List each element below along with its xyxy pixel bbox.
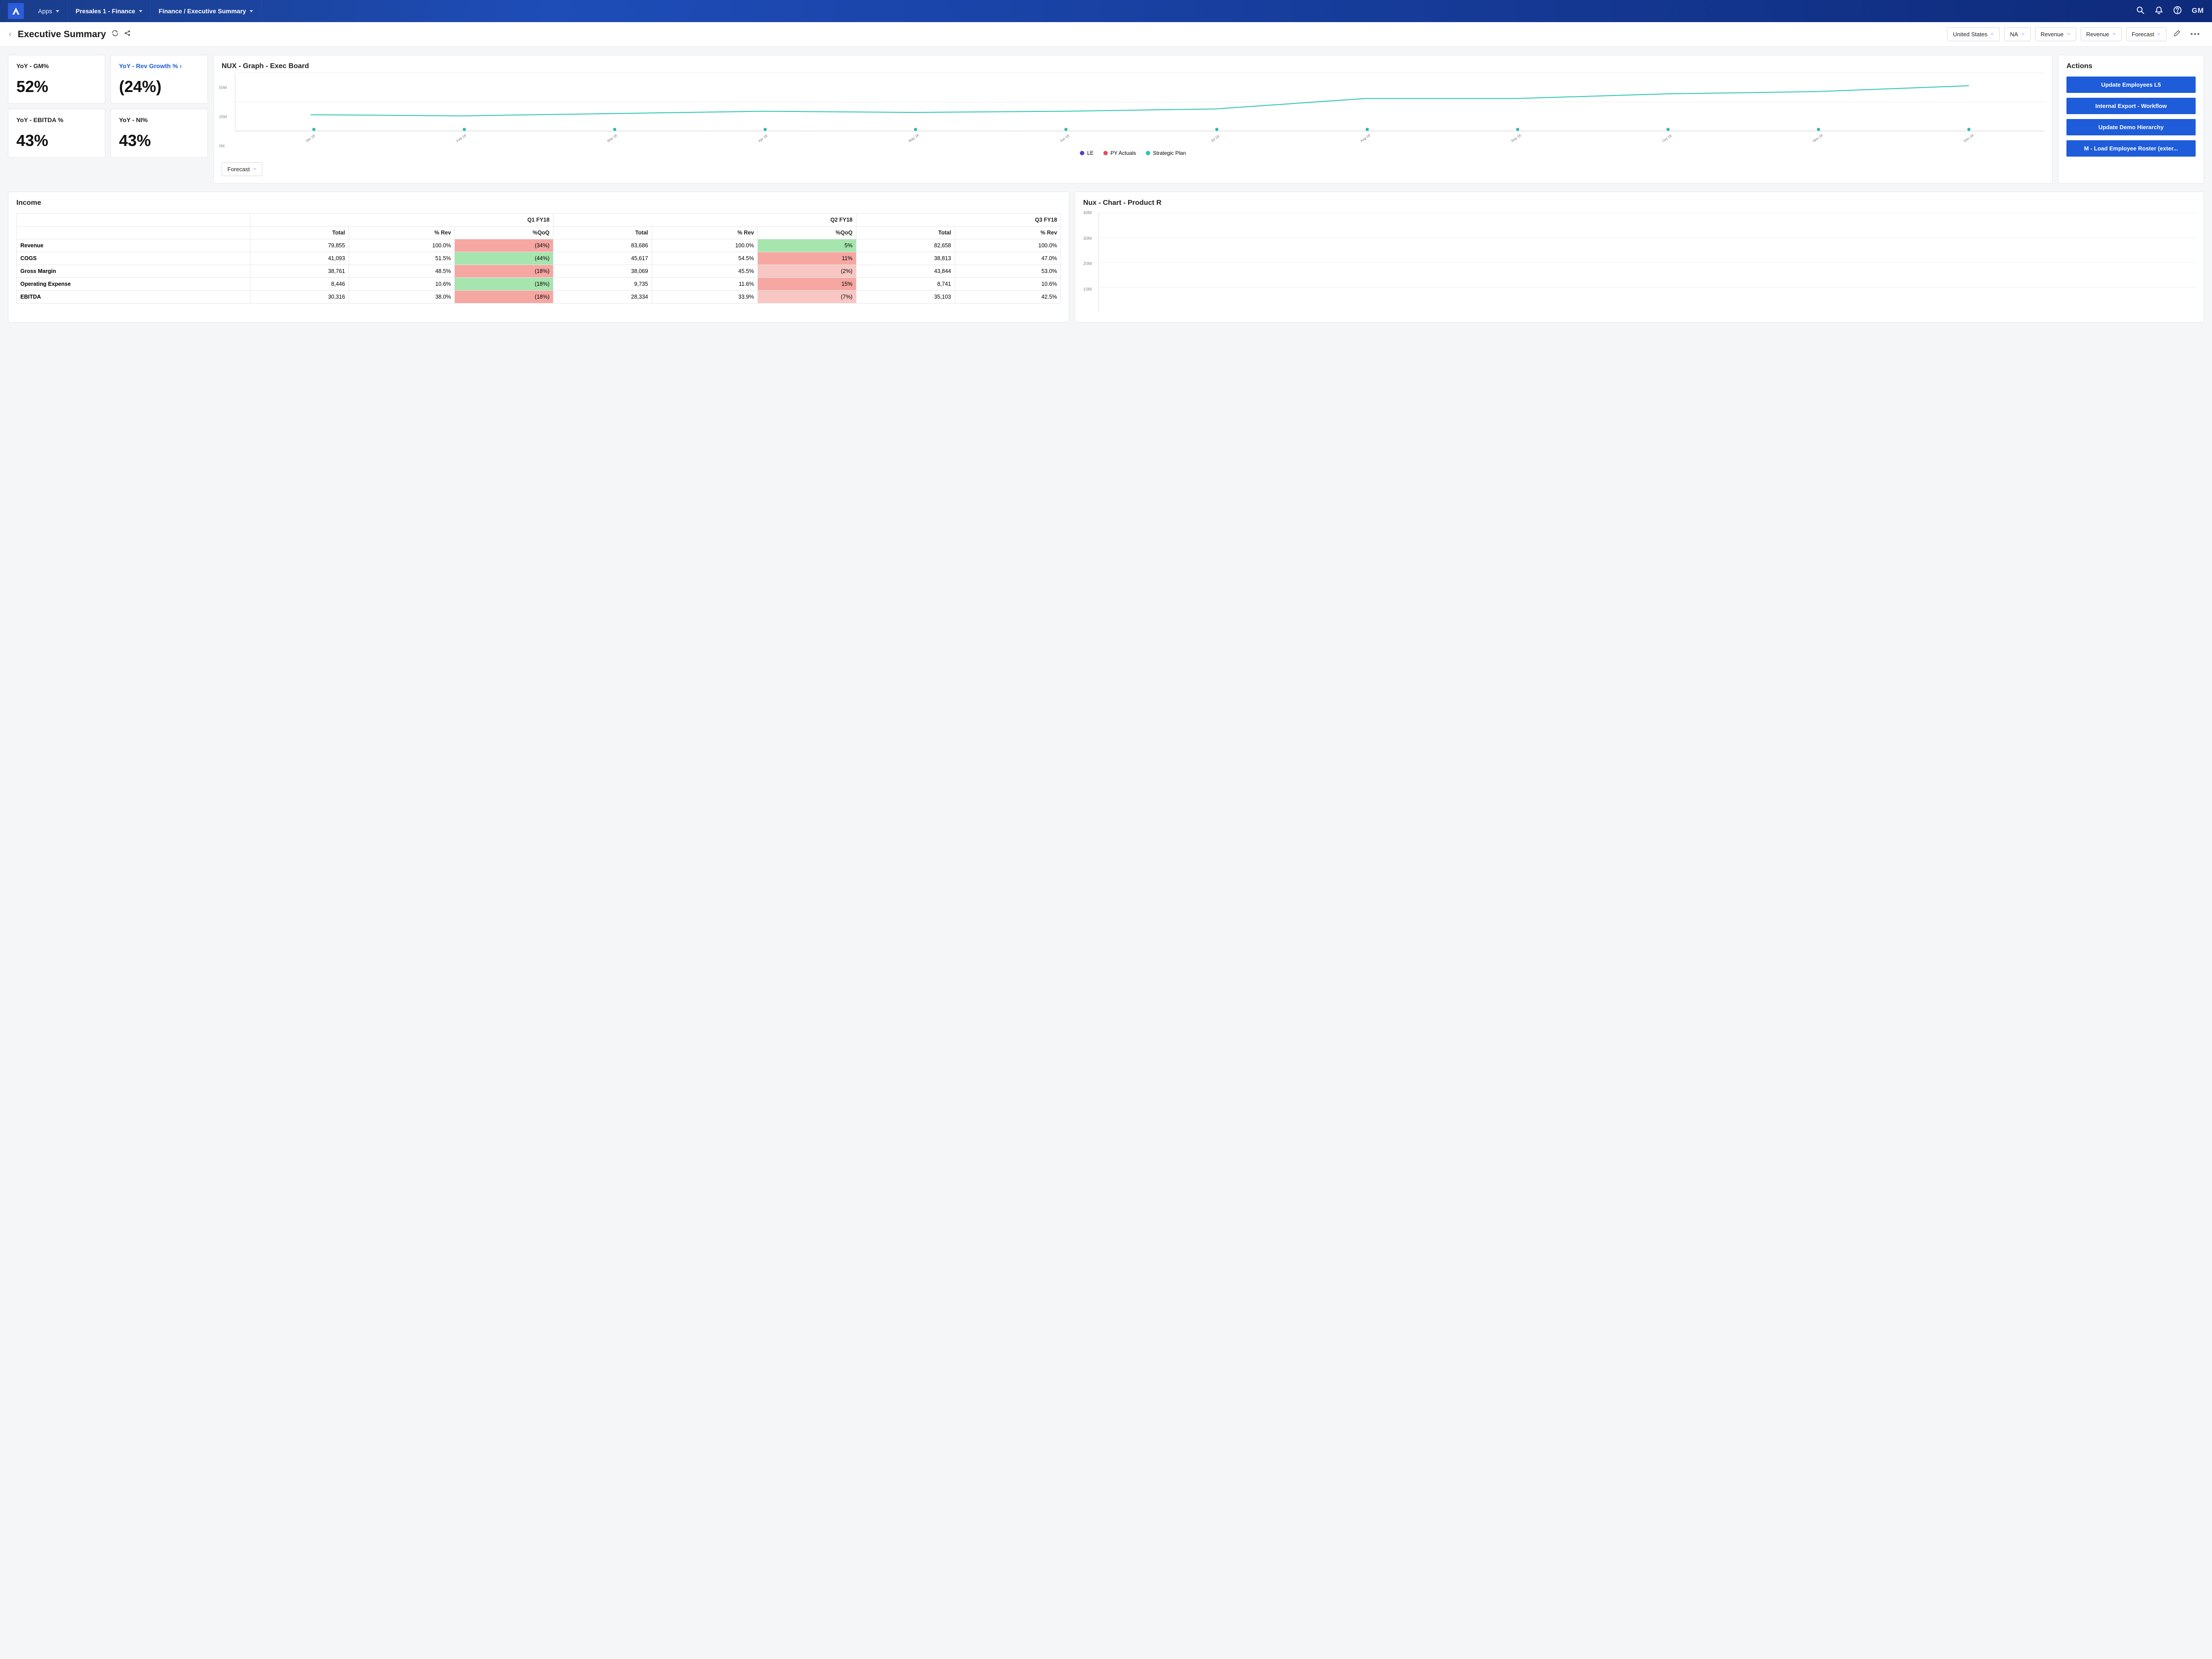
user-avatar[interactable]: GM (2192, 7, 2204, 15)
kpi-label-link[interactable]: YoY - Rev Growth % › (119, 62, 200, 69)
legend-item[interactable]: PY Actuals (1103, 150, 1136, 156)
page-breadcrumb-menu[interactable]: Finance / Executive Summary (151, 0, 262, 22)
search-icon[interactable] (2136, 6, 2145, 17)
apps-label: Apps (38, 8, 52, 15)
chart-title: NUX - Graph - Exec Board (222, 62, 2044, 70)
kpi-value: 43% (16, 131, 97, 150)
kpi-value: 43% (119, 131, 200, 150)
exec-board-chart-card: NUX - Graph - Exec Board 0M25M50MJan 18F… (213, 55, 2053, 184)
exec-board-chart[interactable]: 0M25M50MJan 18Feb 18Mar 18Apr 18May 18Ju… (222, 73, 2044, 144)
breadcrumb-label: Finance / Executive Summary (159, 8, 246, 15)
refresh-icon[interactable] (111, 30, 119, 39)
product-r-chart[interactable]: 10M20M30M40M (1083, 213, 2196, 315)
table-subheader: %QoQ (455, 227, 553, 239)
table-row[interactable]: EBITDA30,31638.0%(18%)28,33433.9%(7%)35,… (17, 291, 1061, 303)
actions-card: Actions Update Employees L5 Internal Expo… (2058, 55, 2204, 184)
kpi-value: 52% (16, 77, 97, 96)
product-r-chart-card: Nux - Chart - Product R 10M20M30M40M (1075, 192, 2204, 323)
table-row[interactable]: Revenue79,855100.0%(34%)83,686100.0%5%82… (17, 239, 1061, 252)
chevron-down-icon (139, 10, 142, 12)
filter-dropdown[interactable]: NA (2004, 27, 2030, 41)
action-button[interactable]: M - Load Employee Roster (exter... (2066, 140, 2196, 157)
bell-icon[interactable] (2154, 6, 2163, 17)
table-header: Q1 FY18 (250, 214, 553, 227)
apps-menu[interactable]: Apps (30, 0, 68, 22)
table-row[interactable]: Operating Expense8,44610.6%(18%)9,73511.… (17, 278, 1061, 291)
edit-icon[interactable] (2171, 30, 2183, 39)
table-row[interactable]: COGS41,09351.5%(44%)45,61754.5%11%38,813… (17, 252, 1061, 265)
table-header (17, 214, 250, 227)
chart-forecast-dropdown[interactable]: Forecast (222, 162, 262, 176)
table-header: Q3 FY18 (856, 214, 1060, 227)
table-subheader: %QoQ (758, 227, 856, 239)
action-button[interactable]: Update Employees L5 (2066, 77, 2196, 93)
legend-item[interactable]: LE (1080, 150, 1094, 156)
table-subheader: % Rev (349, 227, 455, 239)
table-header: Q2 FY18 (553, 214, 856, 227)
workspace-menu[interactable]: Presales 1 - Finance (68, 0, 151, 22)
page-title: Executive Summary (18, 29, 106, 40)
kpi-label: YoY - GM% (16, 62, 97, 69)
filter-bar: United States NA Revenue Revenue Forecast ••… (1947, 27, 2203, 41)
back-button[interactable]: ‹ (9, 30, 18, 39)
table-subheader: Total (250, 227, 349, 239)
chevron-down-icon (250, 10, 253, 12)
chevron-down-icon (2067, 33, 2070, 35)
kpi-card-rev-growth[interactable]: YoY - Rev Growth % › (24%) (111, 55, 208, 104)
kpi-card-gm[interactable]: YoY - GM% 52% (8, 55, 105, 104)
actions-title: Actions (2066, 62, 2196, 70)
workspace-label: Presales 1 - Finance (76, 8, 135, 15)
income-table[interactable]: Q1 FY18Q2 FY18Q3 FY18Total% Rev%QoQTotal… (16, 213, 1061, 303)
legend-item[interactable]: Strategic Plan (1146, 150, 1186, 156)
kpi-card-ebitda[interactable]: YoY - EBITDA % 43% (8, 109, 105, 157)
income-card: Income Q1 FY18Q2 FY18Q3 FY18Total% Rev%Q… (8, 192, 1069, 323)
share-icon[interactable] (124, 30, 131, 39)
kpi-card-ni[interactable]: YoY - NI% 43% (111, 109, 208, 157)
filter-dropdown[interactable]: Revenue (2035, 27, 2076, 41)
table-subheader: Total (553, 227, 652, 239)
help-icon[interactable] (2173, 6, 2182, 17)
more-icon[interactable]: ••• (2188, 31, 2203, 38)
chevron-down-icon (2157, 33, 2161, 35)
action-button[interactable]: Internal Export - Workflow (2066, 98, 2196, 114)
table-subheader: % Rev (652, 227, 758, 239)
table-subheader: % Rev (955, 227, 1061, 239)
table-subheader (17, 227, 250, 239)
app-logo[interactable] (8, 3, 24, 19)
chart-legend: LE PY Actuals Strategic Plan (222, 150, 2044, 156)
kpi-label: YoY - EBITDA % (16, 116, 97, 123)
page-header: ‹ Executive Summary United States NA Reven… (0, 22, 2212, 47)
kpi-label: YoY - NI% (119, 116, 200, 123)
chart-title: Nux - Chart - Product R (1083, 199, 2196, 207)
chevron-down-icon (253, 168, 257, 170)
chevron-down-icon (1990, 33, 1994, 35)
chevron-down-icon (56, 10, 59, 12)
table-row[interactable]: Gross Margin38,76148.5%(18%)38,06945.5%(… (17, 265, 1061, 278)
action-button[interactable]: Update Demo Hierarchy (2066, 119, 2196, 135)
table-subheader: Total (856, 227, 955, 239)
chevron-down-icon (2112, 33, 2116, 35)
filter-dropdown[interactable]: United States (1947, 27, 2000, 41)
filter-dropdown[interactable]: Forecast (2126, 27, 2167, 41)
kpi-value: (24%) (119, 77, 200, 96)
chevron-down-icon (2021, 33, 2025, 35)
topbar: Apps Presales 1 - Finance Finance / Exec… (0, 0, 2212, 22)
income-title: Income (16, 199, 1061, 207)
filter-dropdown[interactable]: Revenue (2081, 27, 2122, 41)
